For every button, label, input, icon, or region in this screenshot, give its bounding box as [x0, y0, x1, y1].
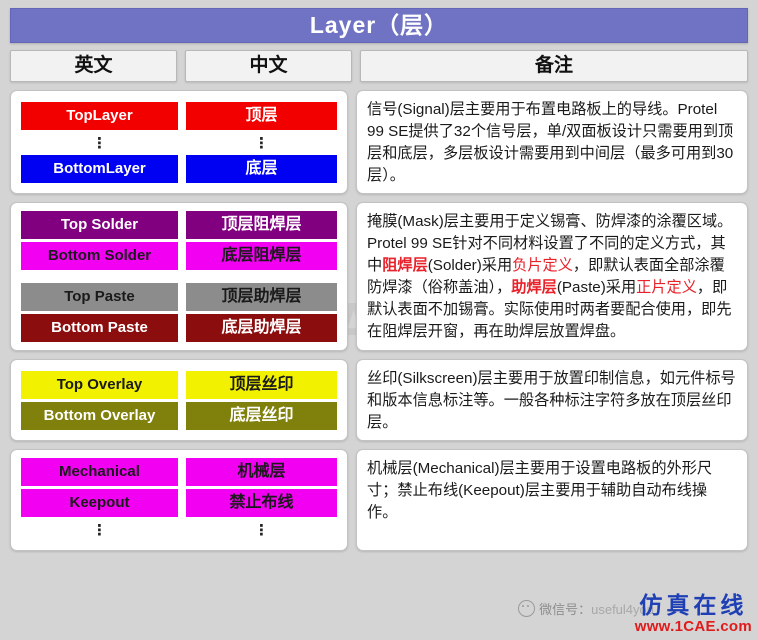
column-header-chinese: 中文	[185, 50, 352, 82]
layer-section-mechanical: Mechanical 机械层 Keepout 禁止布线 ⋮ ⋮ 机械层(Mechanical…	[10, 449, 748, 552]
note-run: 机械层(Mechanical)层主要用于设置电路板的外形尺寸；禁止布线(Keep…	[367, 460, 713, 522]
vertical-ellipsis-icon: ⋮	[91, 134, 107, 152]
vertical-ellipsis-icon: ⋮	[253, 134, 269, 152]
note-run: (Paste)采用	[556, 279, 637, 297]
layer-section-mask: Top Solder 顶层阻焊层 Bottom Solder 底层阻焊层 Top Pas…	[10, 202, 748, 352]
layer-badge-chinese: 底层丝印	[185, 401, 337, 430]
brand-watermark: 仿真在线 www.1CAE.com	[635, 594, 752, 634]
layer-badge-panel: TopLayer 顶层 ⋮ ⋮ BottomLayer 底层	[10, 90, 348, 195]
layer-badge-pair: Top Overlay 顶层丝印	[21, 370, 337, 399]
layer-badge-pair: Bottom Overlay 底层丝印	[21, 401, 337, 430]
layer-badge-chinese: 底层助焊层	[185, 314, 337, 343]
wechat-watermark: 微信号：useful4you	[518, 599, 654, 618]
layer-note-panel: 机械层(Mechanical)层主要用于设置电路板的外形尺寸；禁止布线(Keep…	[356, 449, 748, 552]
content-container: Layer（层） 英文 中文 备注 TopLayer 顶层 ⋮ ⋮ BottomLaye…	[10, 8, 748, 552]
layer-badge-chinese: 顶层	[185, 101, 337, 130]
page-title: Layer（层）	[10, 8, 748, 43]
column-header-english: 英文	[10, 50, 177, 82]
layer-badge-chinese: 底层阻焊层	[185, 242, 337, 271]
layer-badge-pair: Bottom Paste 底层助焊层	[21, 314, 337, 343]
layer-badge-pair: Top Solder 顶层阻焊层	[21, 211, 337, 240]
layer-section-silkscreen: Top Overlay 顶层丝印 Bottom Overlay 底层丝印 丝印(Silk…	[10, 359, 748, 442]
layer-badge-english: Top Paste	[21, 283, 178, 312]
note-run: 阻焊层	[382, 257, 428, 275]
layer-badge-panel: Top Overlay 顶层丝印 Bottom Overlay 底层丝印	[10, 359, 348, 442]
layer-badge-english: Mechanical	[21, 458, 178, 487]
layer-note-panel: 信号(Signal)层主要用于布置电路板上的导线。Protel 99 SE提供了…	[356, 90, 748, 195]
layer-badge-chinese: 机械层	[185, 458, 337, 487]
layer-badge-english: Top Solder	[21, 211, 178, 240]
layer-note-panel: 掩膜(Mask)层主要用于定义锡膏、防焊漆的涂覆区域。Protel 99 SE针…	[356, 202, 748, 352]
page-root: 1CAE Layer（层） 英文 中文 备注 TopLayer顶层⋮⋮Botto…	[0, 0, 758, 640]
layer-note-panel: 丝印(Silkscreen)层主要用于放置印制信息，如元件标号和版本信息标注等。…	[356, 359, 748, 442]
sections-container: TopLayer 顶层 ⋮ ⋮ BottomLayer 底层 信号(Signal)层主要用于…	[10, 90, 748, 552]
note-run: 负片定义	[512, 257, 573, 275]
note-run: 丝印(Silkscreen)层主要用于放置印制信息，如元件标号和版本信息标注等。…	[367, 370, 736, 432]
layer-badge-chinese: 顶层丝印	[185, 370, 337, 399]
layer-badge-english: Bottom Solder	[21, 242, 178, 271]
layer-badge-chinese: 禁止布线	[185, 489, 337, 518]
column-header-row: 英文 中文 备注	[10, 50, 748, 82]
brand-url-text: www.1CAE.com	[634, 618, 752, 635]
vertical-ellipsis-icon: ⋮	[253, 522, 269, 540]
layer-badge-pair: TopLayer 顶层	[21, 101, 337, 130]
wechat-label: 微信号：	[539, 602, 592, 617]
layer-badge-english: Top Overlay	[21, 370, 178, 399]
layer-section-signal: TopLayer 顶层 ⋮ ⋮ BottomLayer 底层 信号(Signal)层主要用于…	[10, 90, 748, 195]
layer-badge-chinese: 底层	[185, 154, 337, 183]
note-run: 信号(Signal)层主要用于布置电路板上的导线。Protel 99 SE提供了…	[367, 101, 734, 185]
brand-name: 仿真在线	[639, 593, 748, 618]
layer-badge-english: Bottom Paste	[21, 314, 178, 343]
vertical-ellipsis-separator: ⋮ ⋮	[21, 133, 337, 155]
note-run: 正片定义	[636, 279, 697, 297]
layer-badge-english: BottomLayer	[21, 154, 178, 183]
layer-note-text: 机械层(Mechanical)层主要用于设置电路板的外形尺寸；禁止布线(Keep…	[367, 458, 737, 524]
column-header-note: 备注	[360, 50, 748, 82]
layer-badge-english: Keepout	[21, 489, 178, 518]
layer-badge-chinese: 顶层阻焊层	[185, 211, 337, 240]
layer-note-text: 掩膜(Mask)层主要用于定义锡膏、防焊漆的涂覆区域。Protel 99 SE针…	[367, 211, 737, 343]
layer-badge-pair: BottomLayer 底层	[21, 154, 337, 183]
vertical-ellipsis-separator: ⋮ ⋮	[21, 520, 337, 542]
layer-badge-pair: Bottom Solder 底层阻焊层	[21, 242, 337, 271]
note-run: 助焊层	[511, 279, 557, 297]
note-run: (Solder)采用	[427, 257, 513, 275]
layer-badge-pair: Top Paste 顶层助焊层	[21, 283, 337, 312]
layer-badge-panel: Top Solder 顶层阻焊层 Bottom Solder 底层阻焊层 Top Pas…	[10, 202, 348, 352]
layer-badge-panel: Mechanical 机械层 Keepout 禁止布线 ⋮ ⋮	[10, 449, 348, 552]
layer-badge-english: Bottom Overlay	[21, 401, 178, 430]
layer-note-text: 丝印(Silkscreen)层主要用于放置印制信息，如元件标号和版本信息标注等。…	[367, 368, 737, 434]
layer-badge-pair: Keepout 禁止布线	[21, 489, 337, 518]
layer-badge-pair: Mechanical 机械层	[21, 458, 337, 487]
layer-note-text: 信号(Signal)层主要用于布置电路板上的导线。Protel 99 SE提供了…	[367, 99, 737, 187]
vertical-ellipsis-icon: ⋮	[91, 522, 107, 540]
wechat-icon	[518, 600, 536, 617]
layer-badge-chinese: 顶层助焊层	[185, 283, 337, 312]
badge-group-spacer	[21, 273, 337, 283]
layer-badge-english: TopLayer	[21, 101, 178, 130]
